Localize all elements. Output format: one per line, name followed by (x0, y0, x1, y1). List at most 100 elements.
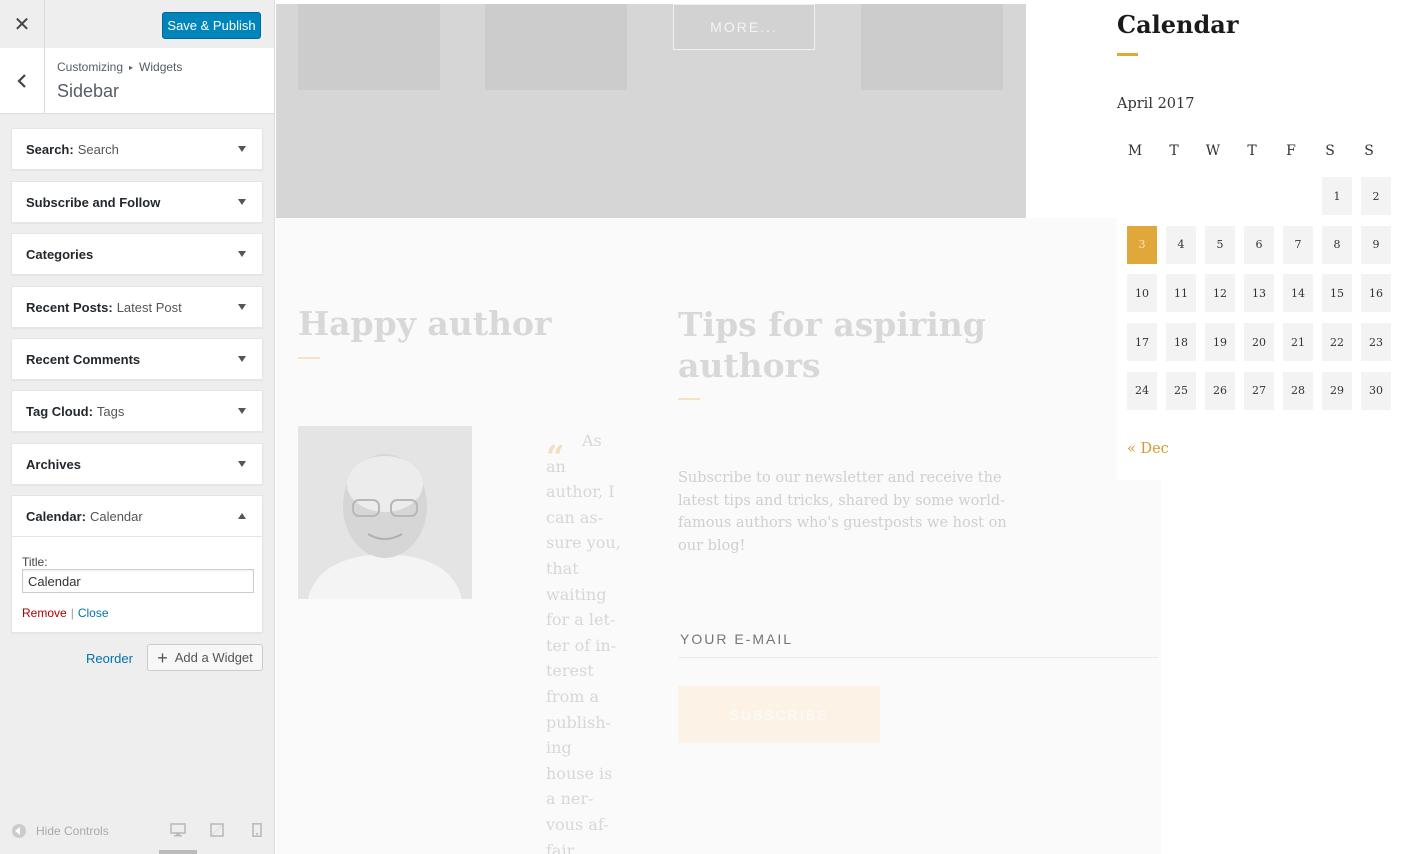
active-device-indicator (159, 850, 197, 854)
breadcrumb-separator: ▸ (129, 63, 134, 72)
desktop-preview-icon[interactable] (170, 823, 186, 837)
widget-title: Search (77, 141, 119, 157)
collapse-arrow-icon[interactable] (238, 513, 246, 519)
breadcrumb-leaf: Widgets (139, 60, 183, 74)
section-header: Customizing ▸ Widgets Sidebar (0, 48, 274, 114)
email-field[interactable] (678, 620, 1158, 658)
calendar-day: 24 (1127, 371, 1157, 410)
calendar-day: 26 (1205, 371, 1235, 410)
mobile-preview-icon[interactable] (249, 823, 265, 837)
widget-categories[interactable]: Categories (11, 233, 263, 275)
reorder-link[interactable]: Reorder (86, 651, 133, 666)
customizer-footer: Hide Controls (0, 804, 274, 854)
widget-title: Latest Post (116, 299, 182, 315)
calendar-day: 11 (1166, 274, 1196, 313)
calendar-title: Calendar (1117, 10, 1239, 39)
hide-controls-label: Hide Controls (36, 824, 109, 838)
calendar-weekday: F (1286, 143, 1296, 159)
calendar-prev-link[interactable]: « Dec (1127, 441, 1169, 457)
back-button[interactable] (0, 48, 45, 113)
calendar-day: 13 (1244, 274, 1274, 313)
tips-heading: Tips for aspiring authors (678, 305, 986, 385)
hero-thumbnail (485, 4, 627, 90)
widget-name: Subscribe and Follow (26, 194, 161, 210)
calendar-widget: Calendar April 2017 M T W T F S S 1 2 3 4 5 6 7 8 9 10 11… (1117, 0, 1417, 480)
calendar-day: 30 (1361, 371, 1391, 410)
expand-arrow-icon[interactable] (238, 199, 246, 205)
widget-title: Calendar (89, 508, 143, 524)
author-portrait-image (298, 426, 472, 599)
section-title: Sidebar (57, 81, 120, 101)
customizer-sidebar: ✕ Save & Publish Customizing ▸ Widgets Sid… (0, 0, 275, 854)
widget-tag-cloud[interactable]: Tag Cloud: Tags (11, 390, 263, 432)
calendar-day: 15 (1322, 274, 1352, 313)
calendar-day: 7 (1283, 225, 1313, 264)
calendar-day: 18 (1166, 323, 1196, 362)
calendar-day: 17 (1127, 323, 1157, 362)
close-widget-link[interactable]: Close (78, 606, 109, 620)
calendar-day: 14 (1283, 274, 1313, 313)
widget-recent-comments[interactable]: Recent Comments (11, 338, 263, 380)
chevron-left-icon (17, 73, 26, 88)
widget-name: Recent Comments (26, 351, 141, 367)
hide-controls-button[interactable]: Hide Controls (12, 824, 109, 838)
title-field-label: Title: (22, 555, 48, 569)
calendar-weekday: T (1247, 143, 1257, 159)
actions-separator: | (70, 606, 74, 620)
widget-name: Search: (26, 141, 74, 157)
calendar-weekday: T (1169, 143, 1179, 159)
heading-accent-line (678, 398, 700, 400)
title-input[interactable] (22, 569, 254, 593)
calendar-day: 5 (1205, 225, 1235, 264)
widget-recent-posts[interactable]: Recent Posts: Latest Post (11, 286, 263, 328)
hero-thumbnail (861, 4, 1003, 90)
remove-widget-link[interactable]: Remove (22, 606, 67, 620)
more-button[interactable]: MORE... (673, 4, 815, 50)
expand-arrow-icon[interactable] (238, 408, 246, 414)
calendar-day: 1 (1322, 177, 1352, 215)
site-preview: MORE... Happy author “ As an author, I c… (276, 0, 1419, 854)
widget-subscribe-follow[interactable]: Subscribe and Follow (11, 181, 263, 223)
widget-name: Recent Posts: (26, 299, 113, 315)
widget-search[interactable]: Search: Search (11, 128, 263, 170)
calendar-day: 21 (1283, 323, 1313, 362)
calendar-day: 19 (1205, 323, 1235, 362)
widget-name: Tag Cloud: (26, 403, 93, 419)
tablet-preview-icon[interactable] (209, 823, 225, 837)
close-icon: ✕ (13, 13, 31, 36)
testimonial-quote: As an author, I can as- sure you, that w… (546, 431, 621, 854)
author-photo (298, 426, 472, 599)
calendar-day: 29 (1322, 371, 1352, 410)
heading-accent-line (298, 357, 320, 359)
widget-actions: Remove | Close (22, 606, 109, 620)
hero-thumbnail (298, 4, 440, 90)
calendar-day: 27 (1244, 371, 1274, 410)
calendar-day: 16 (1361, 274, 1391, 313)
calendar-month: April 2017 (1117, 96, 1195, 112)
calendar-weekday: W (1205, 143, 1221, 159)
expand-arrow-icon[interactable] (238, 356, 246, 362)
heading-accent-line (1117, 53, 1138, 56)
calendar-weekday: S (1364, 143, 1374, 159)
expand-arrow-icon[interactable] (238, 461, 246, 467)
hero-banner: MORE... (276, 4, 1026, 218)
calendar-day: 23 (1361, 323, 1391, 362)
calendar-day: 6 (1244, 225, 1274, 264)
expand-arrow-icon[interactable] (238, 146, 246, 152)
subscribe-button[interactable]: SUBSCRIBE (678, 686, 880, 743)
newsletter-description: Subscribe to our newsletter and receive … (678, 470, 1007, 554)
save-publish-button[interactable]: Save & Publish (162, 12, 261, 39)
calendar-day: 25 (1166, 371, 1196, 410)
widget-calendar-header[interactable]: Calendar: Calendar (12, 496, 262, 537)
calendar-day: 12 (1205, 274, 1235, 313)
happy-author-heading: Happy author (298, 304, 552, 343)
calendar-day: 22 (1322, 323, 1352, 362)
expand-arrow-icon[interactable] (238, 304, 246, 310)
expand-arrow-icon[interactable] (238, 251, 246, 257)
add-widget-button[interactable]: + Add a Widget (147, 644, 263, 671)
calendar-day: 8 (1322, 225, 1352, 264)
widget-archives[interactable]: Archives (11, 443, 263, 485)
calendar-day: 9 (1361, 225, 1391, 264)
close-customizer-button[interactable]: ✕ (0, 0, 45, 48)
widget-title: Tags (96, 403, 125, 419)
